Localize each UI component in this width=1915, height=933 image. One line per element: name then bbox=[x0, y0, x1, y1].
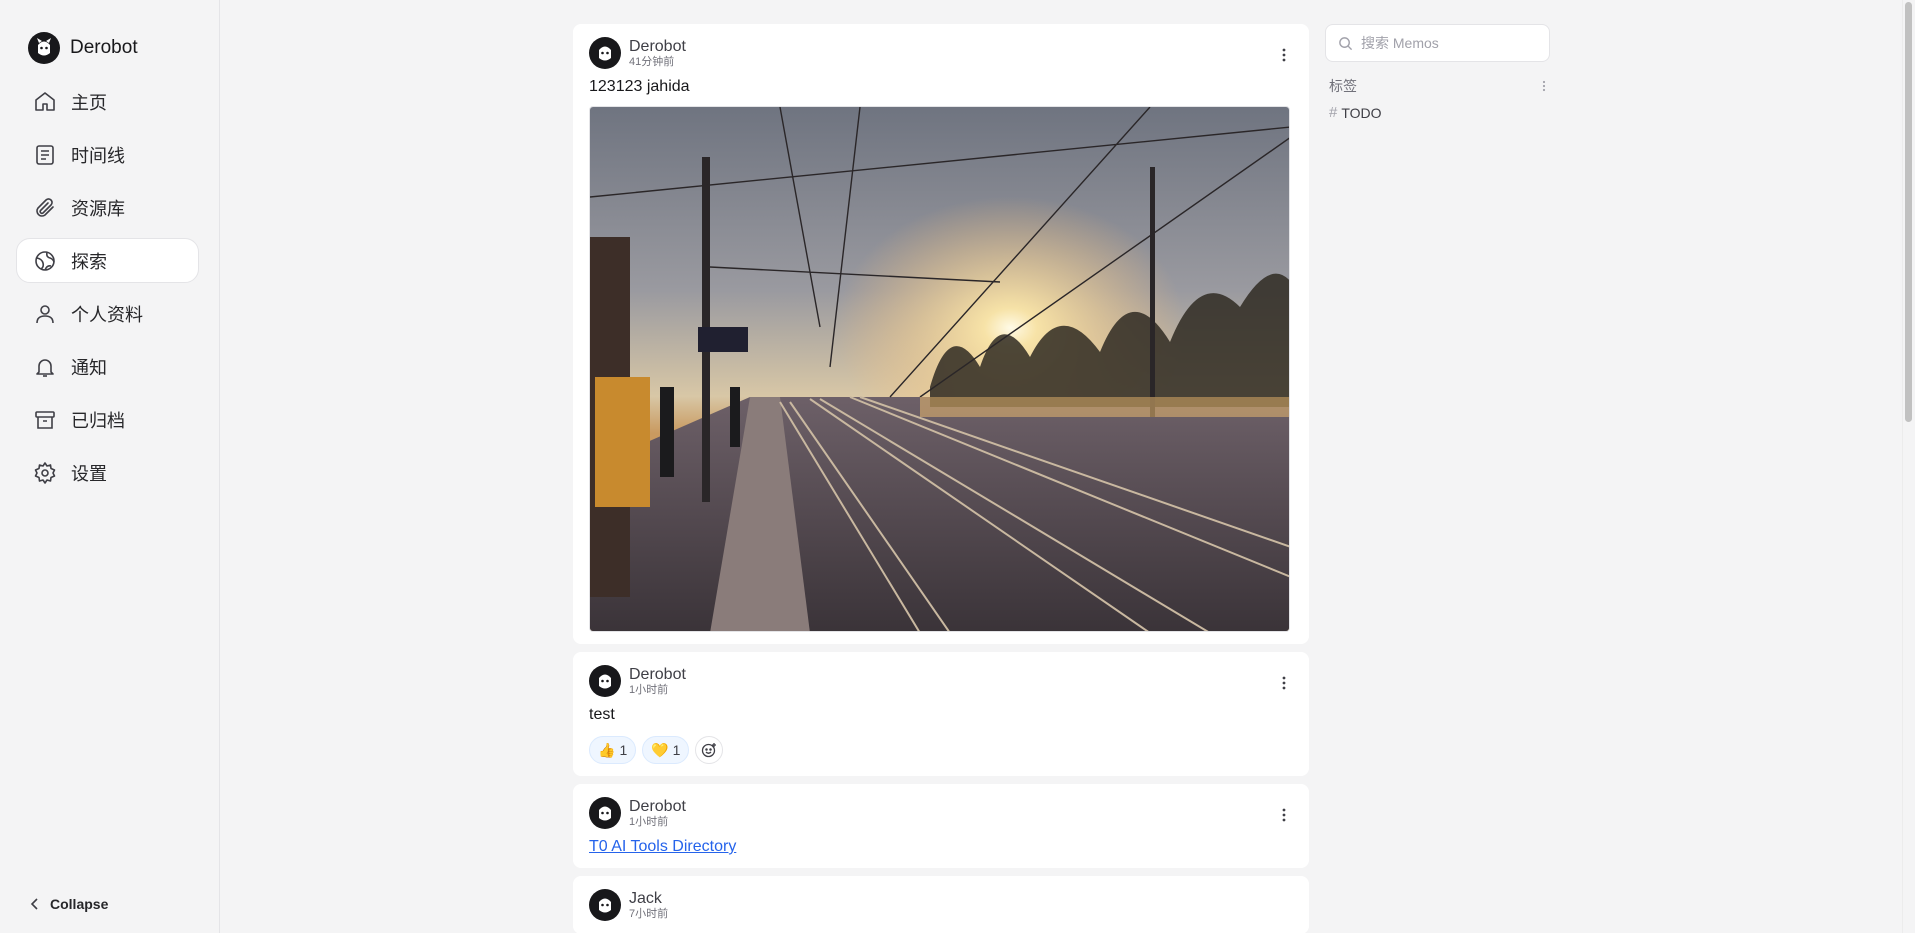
sidebar-item-label: 个人资料 bbox=[71, 304, 143, 325]
thumbs-up-emoji: 👍 bbox=[598, 741, 616, 758]
reaction-bar: 👍 1 💛 1 bbox=[589, 736, 1293, 764]
user-icon bbox=[36, 304, 54, 323]
sidebar-item-resources[interactable]: 资源库 bbox=[16, 185, 199, 230]
tag-label: TODO bbox=[1341, 104, 1382, 121]
sidebar-item-archived[interactable]: 已归档 bbox=[16, 397, 199, 442]
memo-time: 41分钟前 bbox=[629, 55, 675, 68]
memo-time: 7小时前 bbox=[629, 907, 669, 920]
sidebar-item-label: 通知 bbox=[71, 357, 107, 378]
add-reaction-button[interactable] bbox=[695, 736, 724, 764]
memo-card: Derobot 41分钟前 123123 jahida bbox=[573, 24, 1309, 644]
brand-avatar bbox=[28, 32, 60, 64]
more-options-button[interactable] bbox=[1275, 46, 1293, 64]
avatar[interactable] bbox=[589, 889, 621, 921]
sidebar: Derobot 主页 时间线 资源库 探索 个人资料 通知 已归档 设置 Col… bbox=[0, 0, 220, 933]
right-panel: 标签 # TODO bbox=[1325, 24, 1550, 121]
memo-time: 1小时前 bbox=[629, 815, 669, 828]
reaction-yellow-heart[interactable]: 💛 1 bbox=[642, 736, 690, 764]
sidebar-item-label: 设置 bbox=[71, 463, 107, 484]
scrollbar-thumb[interactable] bbox=[1905, 2, 1912, 422]
tags-title: 标签 bbox=[1329, 78, 1357, 94]
scrollbar[interactable] bbox=[1902, 0, 1915, 933]
timeline-icon bbox=[36, 144, 54, 165]
avatar[interactable] bbox=[589, 797, 621, 829]
memo-feed: Derobot 41分钟前 123123 jahida Derobot 1小时前… bbox=[573, 24, 1309, 933]
smile-plus-icon bbox=[702, 743, 717, 758]
more-vertical-icon bbox=[1282, 676, 1286, 690]
avatar[interactable] bbox=[589, 37, 621, 69]
avatar[interactable] bbox=[589, 665, 621, 697]
paperclip-icon bbox=[36, 197, 54, 217]
memo-author[interactable]: Derobot bbox=[629, 38, 686, 55]
sidebar-nav: 主页 时间线 资源库 探索 个人资料 通知 已归档 设置 bbox=[16, 79, 199, 503]
tram-sunset-photo bbox=[590, 107, 1289, 631]
memo-content: test bbox=[589, 706, 615, 723]
tag-item[interactable]: # TODO bbox=[1325, 104, 1550, 121]
sidebar-item-settings[interactable]: 设置 bbox=[16, 450, 199, 495]
collapse-button[interactable]: Collapse bbox=[28, 896, 108, 912]
sidebar-item-label: 时间线 bbox=[71, 145, 125, 166]
memo-author[interactable]: Jack bbox=[629, 890, 668, 907]
sidebar-item-home[interactable]: 主页 bbox=[16, 79, 199, 124]
yellow-heart-emoji: 💛 bbox=[651, 741, 669, 758]
memo-card: Derobot 1小时前 test 👍 1 💛 1 bbox=[573, 652, 1309, 776]
gear-icon bbox=[34, 461, 56, 484]
hash-icon: # bbox=[1329, 104, 1338, 121]
memo-content: 123123 jahida bbox=[589, 78, 690, 95]
sidebar-item-label: 探索 bbox=[71, 251, 107, 272]
archive-icon bbox=[35, 410, 55, 429]
search-icon bbox=[1339, 36, 1353, 50]
memo-author[interactable]: Derobot bbox=[629, 798, 686, 815]
more-vertical-icon bbox=[1282, 808, 1286, 822]
reaction-thumbs-up[interactable]: 👍 1 bbox=[589, 736, 637, 764]
memo-link[interactable]: T0 AI Tools Directory bbox=[589, 838, 736, 855]
more-options-button[interactable] bbox=[1275, 806, 1293, 824]
memo-card: Jack 7小时前 bbox=[573, 876, 1309, 933]
sidebar-item-notifications[interactable]: 通知 bbox=[16, 344, 199, 389]
more-vertical-icon[interactable] bbox=[1542, 80, 1546, 92]
explore-icon bbox=[35, 250, 55, 271]
reaction-count: 1 bbox=[672, 742, 681, 758]
memo-time: 1小时前 bbox=[629, 683, 669, 696]
tags-header: 标签 bbox=[1325, 76, 1550, 96]
search-input[interactable] bbox=[1361, 35, 1531, 51]
more-options-button[interactable] bbox=[1275, 674, 1293, 692]
home-icon bbox=[35, 91, 55, 111]
memo-card: Derobot 1小时前 T0 AI Tools Directory bbox=[573, 784, 1309, 868]
sidebar-item-label: 主页 bbox=[71, 92, 107, 113]
bell-icon bbox=[36, 358, 54, 377]
memo-image[interactable] bbox=[589, 106, 1290, 632]
reaction-count: 1 bbox=[619, 742, 628, 758]
memo-author[interactable]: Derobot bbox=[629, 666, 686, 683]
collapse-label: Collapse bbox=[50, 896, 109, 912]
brand-name: Derobot bbox=[70, 37, 138, 58]
chevron-left-icon bbox=[30, 898, 38, 910]
sidebar-item-explore[interactable]: 探索 bbox=[16, 238, 199, 283]
brand[interactable]: Derobot bbox=[28, 32, 138, 64]
sidebar-item-profile[interactable]: 个人资料 bbox=[16, 291, 199, 336]
sidebar-item-timeline[interactable]: 时间线 bbox=[16, 132, 199, 177]
sidebar-item-label: 已归档 bbox=[71, 410, 125, 431]
more-vertical-icon bbox=[1282, 48, 1286, 62]
sidebar-item-label: 资源库 bbox=[71, 198, 125, 219]
search-box[interactable] bbox=[1325, 24, 1550, 62]
